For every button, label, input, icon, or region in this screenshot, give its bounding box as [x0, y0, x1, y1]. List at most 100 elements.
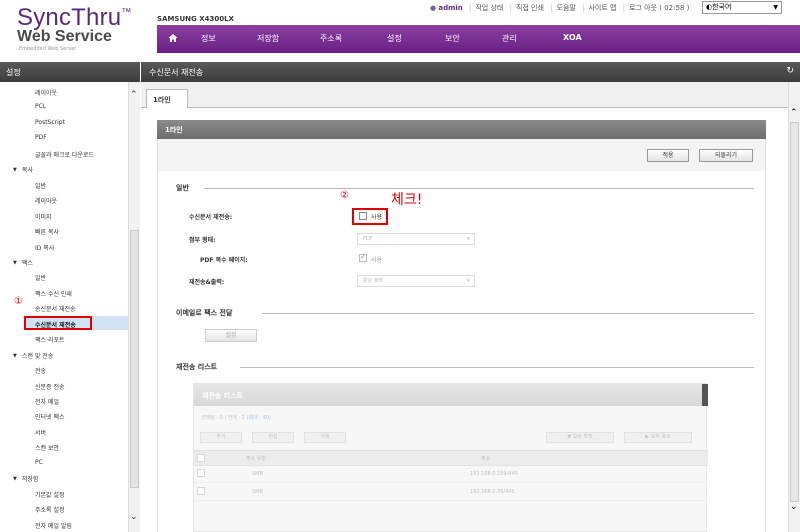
sidebar-item[interactable]: PCL	[35, 103, 46, 110]
attach-type-label: 첨부 형태:	[189, 237, 216, 244]
forward-print-label: 재전송&출력:	[189, 279, 225, 286]
email-settings-button[interactable]: 설정	[205, 329, 257, 342]
annotation-check-note: 체크!	[391, 192, 423, 208]
expand-all-button[interactable]: ▼ 모두 확장	[546, 432, 614, 443]
nav-security[interactable]: 보안	[445, 33, 460, 44]
edit-button[interactable]: 편집	[252, 432, 294, 443]
pdf-multipage-checkbox-label: 사용	[371, 257, 383, 264]
action-bar: 적용 되돌리기	[157, 139, 766, 171]
chevron-down-icon[interactable]: ⌄	[790, 502, 798, 512]
chevron-down-icon[interactable]: ⌄	[130, 512, 138, 522]
sidebar-item[interactable]: PC	[35, 459, 43, 466]
nav-addressbook[interactable]: 주소록	[320, 33, 342, 44]
row-checkbox[interactable]	[197, 469, 205, 477]
collapse-all-button[interactable]: ▶ 모두 축소	[624, 432, 692, 443]
sidebar-item[interactable]: 팩스 리포트	[35, 335, 65, 344]
nav-storage[interactable]: 저장함	[257, 33, 279, 44]
sidebar-group[interactable]: 스캔 및 전송	[13, 351, 53, 360]
email-section-title: 이메일로 팩스 전달	[176, 309, 233, 317]
delete-button[interactable]: 삭제	[304, 432, 346, 443]
sidebar-item[interactable]: 일반	[35, 273, 46, 282]
list-panel-title: 재전송 리스트	[194, 384, 708, 406]
nav-management[interactable]: 관리	[502, 33, 517, 44]
row-checkbox[interactable]	[197, 487, 205, 495]
language-select[interactable]: ◐한국어 ▼	[702, 1, 782, 14]
sidebar-group[interactable]: 저장함	[13, 474, 39, 483]
row-address: 192.168.0.159/445	[470, 471, 518, 477]
chevron-up-icon[interactable]: ⌃	[790, 108, 798, 118]
job-status-link[interactable]: 작업 상태	[475, 4, 503, 12]
sidebar-title: 설정	[0, 62, 140, 82]
forward-label: 수신문서 재전송:	[189, 214, 233, 221]
sidebar-item[interactable]: PostScript	[35, 119, 65, 126]
sidebar-item[interactable]: 전송	[35, 366, 46, 375]
annotation-circle-2: ②	[340, 190, 349, 201]
nav-xoa[interactable]: XOA	[563, 33, 582, 42]
sidebar-item[interactable]: 송신문서 재전송	[35, 304, 76, 313]
sidebar-item[interactable]: 레이아웃	[35, 88, 57, 97]
revert-button[interactable]: 되돌리기	[699, 149, 753, 162]
nav-settings[interactable]: 설정	[387, 33, 402, 44]
panel-grip	[702, 384, 708, 406]
sidebar-item[interactable]: 전자 메일	[35, 397, 59, 406]
logo-tagline: Embedded Web Server	[19, 46, 77, 52]
table-row[interactable]: SMB 192.168.0.35/445	[194, 484, 708, 501]
sidebar-item[interactable]: 전자 메일 알림	[35, 521, 72, 530]
table-header: 주소 유형 주소	[194, 450, 708, 466]
sidebar-item[interactable]: 일반	[35, 181, 46, 190]
sidebar-item[interactable]: 레이아웃	[35, 196, 57, 205]
divider	[240, 367, 754, 368]
pdf-multipage-checkbox[interactable]	[359, 252, 367, 262]
sidebar-item[interactable]: 이미지	[35, 212, 52, 221]
main-scrollbar[interactable]: ⌃ ⌄	[788, 82, 800, 532]
sidebar-item[interactable]: 신분증 전송	[35, 382, 65, 391]
sidebar-item[interactable]: 서버	[35, 428, 46, 437]
admin-link[interactable]: admin	[438, 4, 462, 12]
chevron-up-icon[interactable]: ⌃	[130, 90, 138, 100]
sidebar-item[interactable]: 글꼴과 매크로 다운로드	[35, 150, 94, 159]
row-type: SMB	[252, 489, 263, 495]
pdf-multipage-label: PDF 복수 페이지:	[200, 257, 248, 264]
sidebar-item[interactable]: 빠른 복사	[35, 227, 59, 236]
annotation-circle-1: ①	[14, 296, 23, 307]
sidebar-item[interactable]: PDF	[35, 134, 47, 141]
top-links: ● admin | 작업 상태 | 직접 인쇄 | 도움말 | 사이트 맵 | 로그 아웃…	[430, 4, 690, 12]
sidebar-group[interactable]: 복사	[13, 165, 33, 174]
logout-link[interactable]: 로그 아웃 ( 02:58 )	[629, 4, 689, 12]
list-section-title: 재전송 리스트	[176, 363, 218, 371]
sidebar-item[interactable]: 팩스 수신 인쇄	[35, 289, 72, 298]
chevron-down-icon: ▼	[773, 4, 778, 11]
apply-button[interactable]: 적용	[647, 149, 689, 162]
main-nav: 정보 저장함 주소록 설정 보안 관리 XOA	[157, 25, 800, 53]
sidebar-item[interactable]: ID 복사	[35, 243, 54, 252]
help-link[interactable]: 도움말	[557, 4, 576, 12]
forward-print-select[interactable]: 항상 출력	[357, 275, 475, 287]
tab-line1[interactable]: 1라인	[146, 89, 188, 109]
select-all-checkbox[interactable]	[197, 454, 205, 462]
add-button[interactable]: 추가	[200, 432, 242, 443]
logo-subtitle: Web Service	[17, 28, 112, 45]
refresh-icon[interactable]: ↻	[786, 66, 794, 76]
sidebar-item[interactable]: 기본값 설정	[35, 490, 65, 499]
nav-info[interactable]: 정보	[201, 33, 216, 44]
sidebar-group[interactable]: 팩스	[13, 258, 33, 267]
column-address-type: 주소 유형	[246, 456, 266, 462]
list-count: 선택됨 : 0 | 전체 : 2 (최대 : 40)	[201, 415, 271, 421]
annotation-box-checkbox	[352, 208, 388, 225]
row-address: 192.168.0.35/445	[470, 489, 515, 495]
sidebar-scroll-thumb[interactable]	[130, 230, 139, 488]
home-icon[interactable]	[168, 33, 178, 43]
column-address: 주소	[481, 456, 491, 462]
table-row[interactable]: SMB 192.168.0.159/445	[194, 466, 708, 483]
sitemap-link[interactable]: 사이트 맵	[588, 4, 616, 12]
sidebar-item[interactable]: 스캔 보안	[35, 443, 59, 452]
section-header-line1: 1라인	[157, 120, 766, 139]
direct-print-link[interactable]: 직접 인쇄	[516, 4, 544, 12]
main-scroll-thumb[interactable]	[790, 122, 799, 502]
sidebar-item[interactable]: 인터넷 팩스	[35, 412, 65, 421]
sidebar-item[interactable]: 주소록 설정	[35, 505, 65, 514]
general-section-title: 일반	[176, 184, 189, 192]
attach-type-select[interactable]: PDF	[357, 233, 475, 245]
sidebar-scrollbar[interactable]: ⌃ ⌄	[128, 82, 140, 532]
printer-model: SAMSUNG X4300LX	[157, 15, 234, 23]
